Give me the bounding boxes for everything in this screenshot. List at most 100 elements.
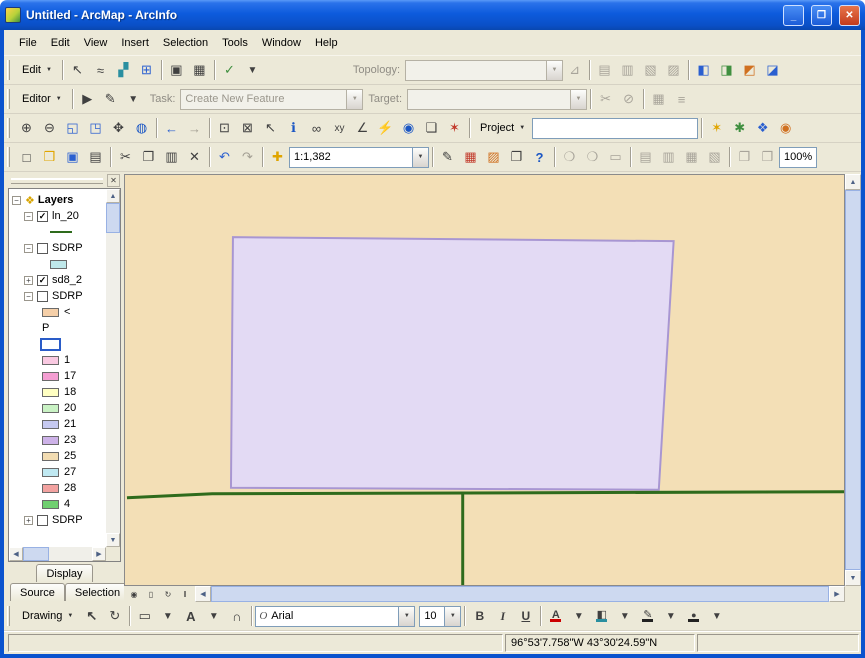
topology-check-icon[interactable]: ✓ <box>218 59 241 81</box>
expander-icon[interactable]: + <box>24 516 33 525</box>
legend-item[interactable]: 21 <box>12 416 106 432</box>
layer-row-sdrp3[interactable]: + SDRP <box>12 512 106 528</box>
undo-icon[interactable]: ↶ <box>213 146 236 168</box>
legend-item-selected[interactable] <box>12 336 106 352</box>
toolbar-grip[interactable] <box>7 147 10 167</box>
scroll-right-icon[interactable]: ▶ <box>829 586 845 602</box>
legend-swatch[interactable] <box>42 404 59 413</box>
expander-icon[interactable]: − <box>12 196 21 205</box>
layer-row-ln20[interactable]: − ✓ ln_20 <box>12 208 106 224</box>
scroll-left-icon[interactable]: ◀ <box>9 547 23 561</box>
tile-windows-icon[interactable]: ❐ <box>505 146 528 168</box>
menu-tools[interactable]: Tools <box>215 34 255 52</box>
toolbar-grip[interactable] <box>7 60 10 80</box>
toolbar-grip[interactable] <box>7 89 10 109</box>
toolbar-grip[interactable] <box>7 118 10 138</box>
layout-view-icon[interactable]: ▯ <box>143 587 159 601</box>
toolbar-grip[interactable] <box>7 606 10 626</box>
pan-icon[interactable]: ✥ <box>107 117 130 139</box>
legend-item[interactable]: 28 <box>12 480 106 496</box>
new-document-icon[interactable]: □ <box>15 146 38 168</box>
toc-vertical-scrollbar[interactable]: ▲ ▼ <box>106 189 120 547</box>
sketch-tool-dropdown-icon[interactable]: ▼ <box>122 88 145 110</box>
legend-item[interactable]: 27 <box>12 464 106 480</box>
paste-icon[interactable]: ▥ <box>160 146 183 168</box>
layer-checkbox[interactable] <box>37 515 48 526</box>
layer-label[interactable]: sd8_2 <box>52 274 82 286</box>
legend-swatch[interactable] <box>42 468 59 477</box>
open-document-icon[interactable]: ❒ <box>38 146 61 168</box>
legend-swatch[interactable] <box>42 372 59 381</box>
google-earth-icon[interactable]: ◉ <box>397 117 420 139</box>
scroll-down-icon[interactable]: ▼ <box>845 570 861 586</box>
select-features-icon[interactable]: ⊡ <box>213 117 236 139</box>
menu-selection[interactable]: Selection <box>156 34 215 52</box>
toc-root-label[interactable]: Layers <box>38 194 73 206</box>
tracking-icon[interactable]: ◉ <box>774 117 797 139</box>
fill-color-icon[interactable]: ◧ <box>590 605 613 627</box>
add-data-icon[interactable]: ✚ <box>266 146 289 168</box>
cut-icon[interactable]: ✂ <box>114 146 137 168</box>
html-popup-icon[interactable]: ❏ <box>420 117 443 139</box>
zoom-percent-value[interactable]: 100% <box>780 151 816 163</box>
planarize-lines-icon[interactable]: ◧ <box>692 59 715 81</box>
drawing-menu-button[interactable]: Drawing ▼ <box>15 605 80 627</box>
tab-selection[interactable]: Selection <box>65 583 130 601</box>
construct-polygons-icon[interactable]: ◨ <box>715 59 738 81</box>
layer-checkbox[interactable] <box>37 243 48 254</box>
layer-row-sd82[interactable]: + ✓ sd8_2 <box>12 272 106 288</box>
toc-horizontal-scrollbar[interactable]: ◀ ▶ <box>9 547 106 561</box>
whats-this-help-icon[interactable]: ? <box>528 146 551 168</box>
expander-icon[interactable]: − <box>24 244 33 253</box>
parcel-polygon[interactable] <box>231 237 674 490</box>
project-menu-button[interactable]: Project ▼ <box>473 117 532 139</box>
layer-row-sdrp2[interactable]: − SDRP <box>12 288 106 304</box>
legend-swatch[interactable] <box>42 420 59 429</box>
map-vertical-scrollbar[interactable]: ▲ ▼ <box>845 174 861 586</box>
expander-icon[interactable]: − <box>24 212 33 221</box>
layer-label[interactable]: SDRP <box>52 514 83 526</box>
chevron-down-icon[interactable]: ▼ <box>444 607 460 626</box>
toc-close-icon[interactable]: ✕ <box>107 174 120 187</box>
effects-icon[interactable]: ✶ <box>705 117 728 139</box>
data-view-icon[interactable]: ◉ <box>126 587 142 601</box>
scroll-right-icon[interactable]: ▶ <box>92 547 106 561</box>
line-symbol[interactable] <box>50 231 72 233</box>
chevron-down-icon[interactable]: ▼ <box>412 148 428 167</box>
expander-icon[interactable]: + <box>24 276 33 285</box>
shape-tool-icon[interactable]: ▭ <box>133 605 156 627</box>
topology-edit-tool-icon[interactable]: ↖ <box>66 59 89 81</box>
go-to-xy-icon[interactable]: xy <box>328 117 351 139</box>
font-size-value[interactable]: 10 <box>420 610 444 622</box>
text-tool-dropdown-icon[interactable]: ▼ <box>202 605 225 627</box>
scroll-up-icon[interactable]: ▲ <box>106 189 120 203</box>
marker-color-dropdown-icon[interactable]: ▼ <box>705 605 728 627</box>
delete-icon[interactable]: ✕ <box>183 146 206 168</box>
project-search-input[interactable] <box>532 118 698 139</box>
construct-features-icon[interactable]: ⊞ <box>135 59 158 81</box>
layer-label[interactable]: ln_20 <box>52 210 79 222</box>
split-polygons-icon[interactable]: ◩ <box>738 59 761 81</box>
symbol-row[interactable] <box>12 224 106 240</box>
toc-header[interactable]: ✕ <box>8 174 121 187</box>
legend-item[interactable]: < <box>12 304 106 320</box>
arccatalog-icon[interactable]: ▨ <box>482 146 505 168</box>
curve-tool-icon[interactable]: ∩ <box>225 605 248 627</box>
clear-selection-icon[interactable]: ⊠ <box>236 117 259 139</box>
layer-label[interactable]: SDRP <box>52 242 83 254</box>
legend-swatch[interactable] <box>42 388 59 397</box>
editor-toolbar-toggle-icon[interactable]: ✎ <box>436 146 459 168</box>
map-horizontal-scrollbar[interactable]: ◀ ▶ <box>195 586 845 602</box>
find-icon[interactable]: ∞ <box>305 117 328 139</box>
validate-all-icon[interactable]: ▦ <box>188 59 211 81</box>
zoom-out-icon[interactable]: ⊖ <box>38 117 61 139</box>
legend-item[interactable]: 1 <box>12 352 106 368</box>
expander-icon[interactable]: − <box>24 292 33 301</box>
font-size-combobox[interactable]: 10 ▼ <box>419 606 461 627</box>
topology-dropdown-icon[interactable]: ▼ <box>241 59 264 81</box>
legend-item[interactable]: 23 <box>12 432 106 448</box>
full-extent-icon[interactable]: ◍ <box>130 117 153 139</box>
legend-swatch[interactable] <box>42 500 59 509</box>
underline-button[interactable]: U <box>514 605 537 627</box>
zoom-in-icon[interactable]: ⊕ <box>15 117 38 139</box>
